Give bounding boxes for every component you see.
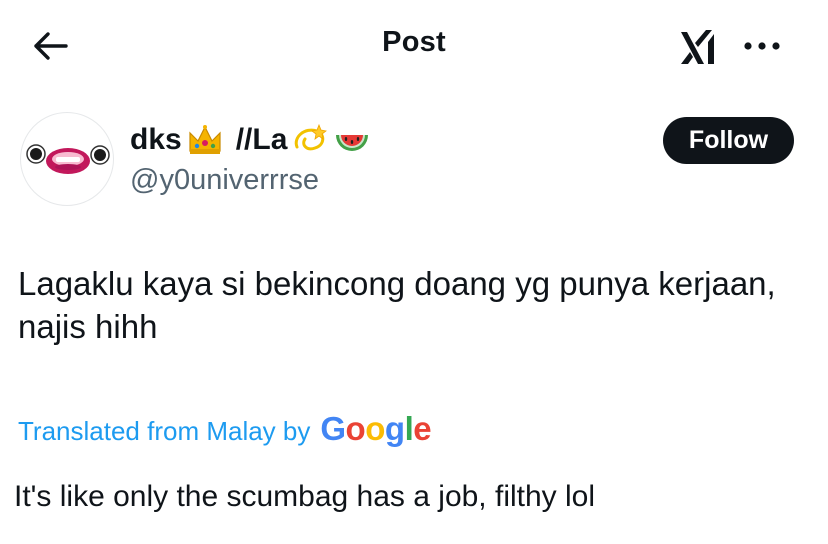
translation-label: Translated from Malay by bbox=[18, 416, 311, 446]
translation-attribution[interactable]: Translated from Malay by Google bbox=[18, 410, 432, 448]
google-logo-letter: l bbox=[404, 410, 414, 447]
google-logo-letter: G bbox=[320, 410, 346, 447]
follow-button[interactable]: Follow bbox=[663, 117, 794, 164]
cartoon-face-avatar bbox=[26, 144, 110, 174]
display-name-part2: //La bbox=[235, 123, 288, 156]
tweet-text: Lagaklu kaya si bekincong doang yg punya… bbox=[18, 265, 776, 345]
author-handle[interactable]: @y0univerrrse bbox=[130, 164, 319, 197]
more-button[interactable] bbox=[738, 30, 786, 62]
google-logo-letter: o bbox=[365, 410, 385, 447]
grok-button[interactable] bbox=[676, 26, 724, 70]
author-name[interactable]: dks //La bbox=[130, 120, 371, 160]
grok-icon bbox=[681, 30, 714, 64]
crown-emoji bbox=[189, 125, 221, 154]
google-logo: Google bbox=[320, 410, 431, 448]
watermelon-emoji bbox=[336, 135, 369, 151]
post-header: Post bbox=[0, 0, 828, 90]
display-name-part1: dks bbox=[130, 123, 182, 156]
google-logo-letter: g bbox=[384, 410, 405, 447]
google-logo-letter: o bbox=[345, 410, 366, 447]
more-horizontal-icon bbox=[744, 42, 780, 50]
translated-text: It's like only the scumbag has a job, fi… bbox=[14, 480, 596, 513]
dizzy-emoji bbox=[295, 123, 328, 151]
author-avatar[interactable] bbox=[20, 112, 114, 206]
google-logo-letter: e bbox=[413, 410, 432, 447]
